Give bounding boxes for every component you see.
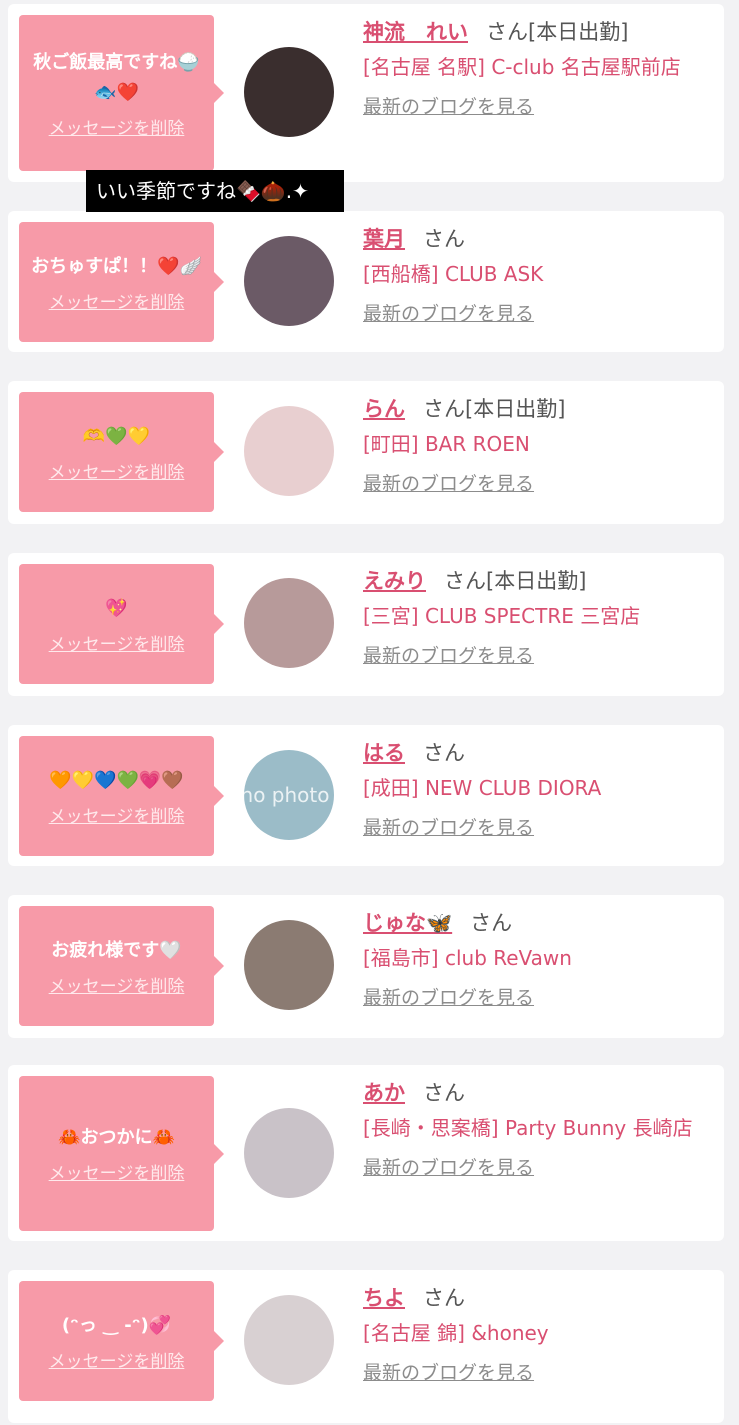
list-item: 🫶💚💛 メッセージを削除 らん さん[本日出勤] [町田] BAR ROEN 最新… bbox=[8, 381, 724, 524]
message-bubble: お疲れ様です🤍 メッセージを削除 bbox=[19, 906, 224, 1026]
avatar[interactable] bbox=[244, 47, 334, 137]
avatar[interactable] bbox=[244, 406, 334, 496]
cast-name-link[interactable]: えみり bbox=[363, 569, 426, 593]
name-line: 葉月 さん bbox=[363, 223, 712, 255]
shop-name: [福島市] club ReVawn bbox=[363, 946, 572, 970]
delete-message-link[interactable]: メッセージを削除 bbox=[49, 458, 185, 483]
message-bubble: 🧡💛💙💚💗🤎 メッセージを削除 bbox=[19, 736, 224, 856]
message-bubble: (ᵔっ ‿ -ᵔ)💞 メッセージを削除 bbox=[19, 1281, 224, 1401]
list-item: 🧡💛💙💚💗🤎 メッセージを削除 no photo はる さん [成田] NEW C… bbox=[8, 725, 724, 866]
message-text: お疲れ様です🤍 bbox=[51, 939, 182, 961]
cast-name-link[interactable]: 神流 れい bbox=[363, 20, 468, 44]
shop-name: [成田] NEW CLUB DIORA bbox=[363, 776, 602, 800]
avatar[interactable]: no photo bbox=[244, 750, 334, 840]
shift-badge: [本日出勤] bbox=[528, 20, 629, 44]
list-item: (ᵔっ ‿ -ᵔ)💞 メッセージを削除 ちよ さん [名古屋 錦] &honey … bbox=[8, 1270, 724, 1423]
avatar[interactable] bbox=[244, 1295, 334, 1385]
delete-message-link[interactable]: メッセージを削除 bbox=[49, 972, 185, 997]
latest-blog-link[interactable]: 最新のブログを見る bbox=[363, 299, 534, 326]
cast-name-link[interactable]: あか bbox=[363, 1081, 405, 1105]
cast-name-link[interactable]: らん bbox=[363, 397, 405, 421]
shop-name: [西船橋] CLUB ASK bbox=[363, 262, 544, 286]
cast-info: えみり さん[本日出勤] [三宮] CLUB SPECTRE 三宮店 最新のブログ… bbox=[363, 565, 712, 668]
shop-name: [長崎・思案橋] Party Bunny 長崎店 bbox=[363, 1116, 693, 1140]
message-bubble: 🫶💚💛 メッセージを削除 bbox=[19, 392, 224, 512]
list-item: 秋ご飯最高ですね🍚🐟❤️ メッセージを削除 神流 れい さん[本日出勤] [名古屋… bbox=[8, 4, 724, 182]
latest-blog-link[interactable]: 最新のブログを見る bbox=[363, 92, 534, 119]
cast-info: ちよ さん [名古屋 錦] &honey 最新のブログを見る bbox=[363, 1282, 712, 1385]
honorific: さん bbox=[423, 227, 465, 251]
name-line: はる さん bbox=[363, 737, 712, 769]
delete-message-link[interactable]: メッセージを削除 bbox=[49, 630, 185, 655]
cast-name-link[interactable]: ちよ bbox=[363, 1286, 405, 1310]
honorific: さん bbox=[423, 741, 465, 765]
tooltip: いい季節ですね🍫🌰.✦ bbox=[86, 170, 344, 212]
message-text: 🧡💛💙💚💗🤎 bbox=[49, 769, 184, 791]
honorific: さん bbox=[470, 911, 513, 935]
list-item: 💖 メッセージを削除 えみり さん[本日出勤] [三宮] CLUB SPECTRE… bbox=[8, 553, 724, 696]
name-line: ちよ さん bbox=[363, 1282, 712, 1314]
no-photo-label: no photo bbox=[244, 783, 330, 807]
shift-badge: [本日出勤] bbox=[486, 569, 587, 593]
honorific: さん bbox=[423, 397, 465, 421]
message-bubble: 🦀おつかに🦀 メッセージを削除 bbox=[19, 1076, 224, 1231]
avatar[interactable] bbox=[244, 578, 334, 668]
latest-blog-link[interactable]: 最新のブログを見る bbox=[363, 641, 534, 668]
avatar[interactable] bbox=[244, 920, 334, 1010]
cast-info: らん さん[本日出勤] [町田] BAR ROEN 最新のブログを見る bbox=[363, 393, 712, 496]
latest-blog-link[interactable]: 最新のブログを見る bbox=[363, 813, 534, 840]
delete-message-link[interactable]: メッセージを削除 bbox=[49, 1347, 185, 1372]
latest-blog-link[interactable]: 最新のブログを見る bbox=[363, 1358, 534, 1385]
message-text: おちゅすぱ！！❤️🪽 bbox=[31, 255, 202, 277]
avatar[interactable] bbox=[244, 1108, 334, 1198]
honorific: さん bbox=[423, 1081, 465, 1105]
latest-blog-link[interactable]: 最新のブログを見る bbox=[363, 1153, 534, 1180]
shop-name: [名古屋 名駅] C-club 名古屋駅前店 bbox=[363, 55, 681, 79]
message-text: 💖 bbox=[105, 597, 128, 619]
message-text: 秋ご飯最高ですね🍚🐟❤️ bbox=[33, 51, 200, 103]
cast-name-link[interactable]: じゅな🦋 bbox=[363, 911, 452, 935]
list-item: 🦀おつかに🦀 メッセージを削除 あか さん [長崎・思案橋] Party Bunn… bbox=[8, 1065, 724, 1241]
shop-name: [町田] BAR ROEN bbox=[363, 432, 530, 456]
cast-info: はる さん [成田] NEW CLUB DIORA 最新のブログを見る bbox=[363, 737, 712, 840]
message-text: 🦀おつかに🦀 bbox=[58, 1127, 175, 1148]
name-line: あか さん bbox=[363, 1077, 712, 1109]
delete-message-link[interactable]: メッセージを削除 bbox=[49, 288, 185, 313]
cast-name-link[interactable]: はる bbox=[363, 741, 405, 765]
delete-message-link[interactable]: メッセージを削除 bbox=[49, 114, 185, 139]
cast-info: あか さん [長崎・思案橋] Party Bunny 長崎店 最新のブログを見る bbox=[363, 1077, 712, 1180]
name-line: えみり さん[本日出勤] bbox=[363, 565, 712, 597]
latest-blog-link[interactable]: 最新のブログを見る bbox=[363, 469, 534, 496]
list-item: おちゅすぱ！！❤️🪽 メッセージを削除 葉月 さん [西船橋] CLUB ASK … bbox=[8, 211, 724, 352]
shop-name: [三宮] CLUB SPECTRE 三宮店 bbox=[363, 604, 641, 628]
message-bubble: おちゅすぱ！！❤️🪽 メッセージを削除 bbox=[19, 222, 224, 342]
name-line: らん さん[本日出勤] bbox=[363, 393, 712, 425]
cast-info: 葉月 さん [西船橋] CLUB ASK 最新のブログを見る bbox=[363, 223, 712, 326]
delete-message-link[interactable]: メッセージを削除 bbox=[49, 1159, 185, 1184]
delete-message-link[interactable]: メッセージを削除 bbox=[49, 802, 185, 827]
cast-info: じゅな🦋 さん [福島市] club ReVawn 最新のブログを見る bbox=[363, 907, 712, 1010]
honorific: さん bbox=[486, 20, 528, 44]
honorific: さん bbox=[423, 1286, 465, 1310]
cast-name-link[interactable]: 葉月 bbox=[363, 227, 405, 251]
name-line: 神流 れい さん[本日出勤] bbox=[363, 16, 712, 48]
shift-badge: [本日出勤] bbox=[465, 397, 566, 421]
shop-name: [名古屋 錦] &honey bbox=[363, 1321, 549, 1345]
message-bubble: 💖 メッセージを削除 bbox=[19, 564, 224, 684]
message-text: (ᵔっ ‿ -ᵔ)💞 bbox=[61, 1314, 172, 1336]
name-line: じゅな🦋 さん bbox=[363, 907, 712, 939]
honorific: さん bbox=[444, 569, 486, 593]
cast-info: 神流 れい さん[本日出勤] [名古屋 名駅] C-club 名古屋駅前店 最新の… bbox=[363, 16, 712, 119]
latest-blog-link[interactable]: 最新のブログを見る bbox=[363, 983, 534, 1010]
message-bubble: 秋ご飯最高ですね🍚🐟❤️ メッセージを削除 bbox=[19, 15, 224, 171]
message-text: 🫶💚💛 bbox=[82, 425, 151, 447]
avatar[interactable] bbox=[244, 236, 334, 326]
list-item: お疲れ様です🤍 メッセージを削除 じゅな🦋 さん [福島市] club ReVaw… bbox=[8, 895, 724, 1038]
